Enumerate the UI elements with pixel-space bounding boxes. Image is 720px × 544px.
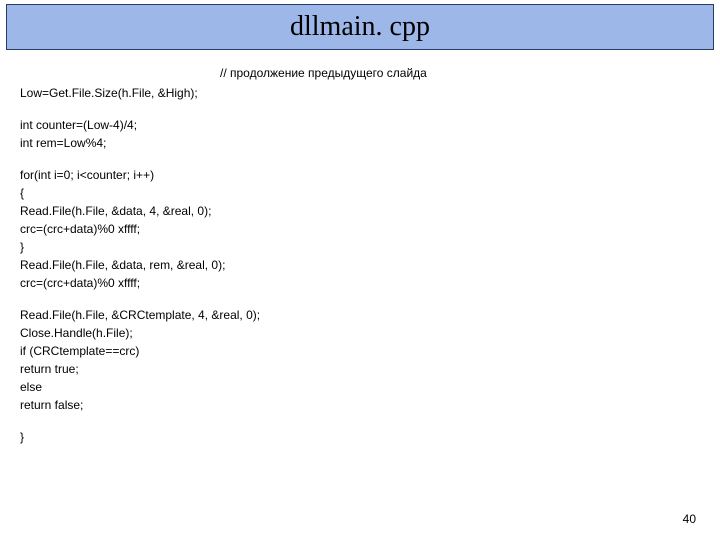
page-number: 40 (683, 512, 696, 526)
slide-content: // продолжение предыдущего слайда Low=Ge… (0, 50, 720, 446)
code-line: crc=(crc+data)%0 xffff; (20, 274, 700, 292)
code-line: Close.Handle(h.File); (20, 324, 700, 342)
code-line: return true; (20, 360, 700, 378)
code-line: Read.File(h.File, &data, rem, &real, 0); (20, 256, 700, 274)
code-line: int rem=Low%4; (20, 134, 700, 152)
code-line: return false; (20, 396, 700, 414)
code-line: Low=Get.File.Size(h.File, &High); (20, 84, 700, 102)
code-line: } (20, 428, 700, 446)
code-line: Read.File(h.File, &CRCtemplate, 4, &real… (20, 306, 700, 324)
code-block-5: } (20, 428, 700, 446)
code-line: int counter=(Low-4)/4; (20, 116, 700, 134)
code-line: else (20, 378, 700, 396)
code-comment: // продолжение предыдущего слайда (220, 64, 700, 82)
code-block-3: for(int i=0; i<counter; i++) { Read.File… (20, 166, 700, 292)
code-block-4: Read.File(h.File, &CRCtemplate, 4, &real… (20, 306, 700, 414)
code-block-2: int counter=(Low-4)/4; int rem=Low%4; (20, 116, 700, 152)
slide-title: dllmain. cpp (7, 11, 713, 43)
code-line: { (20, 184, 700, 202)
code-line: crc=(crc+data)%0 xffff; (20, 220, 700, 238)
code-line: if (CRCtemplate==crc) (20, 342, 700, 360)
code-line: for(int i=0; i<counter; i++) (20, 166, 700, 184)
code-block-1: Low=Get.File.Size(h.File, &High); (20, 84, 700, 102)
code-line: } (20, 238, 700, 256)
slide-title-bar: dllmain. cpp (6, 4, 714, 50)
code-line: Read.File(h.File, &data, 4, &real, 0); (20, 202, 700, 220)
